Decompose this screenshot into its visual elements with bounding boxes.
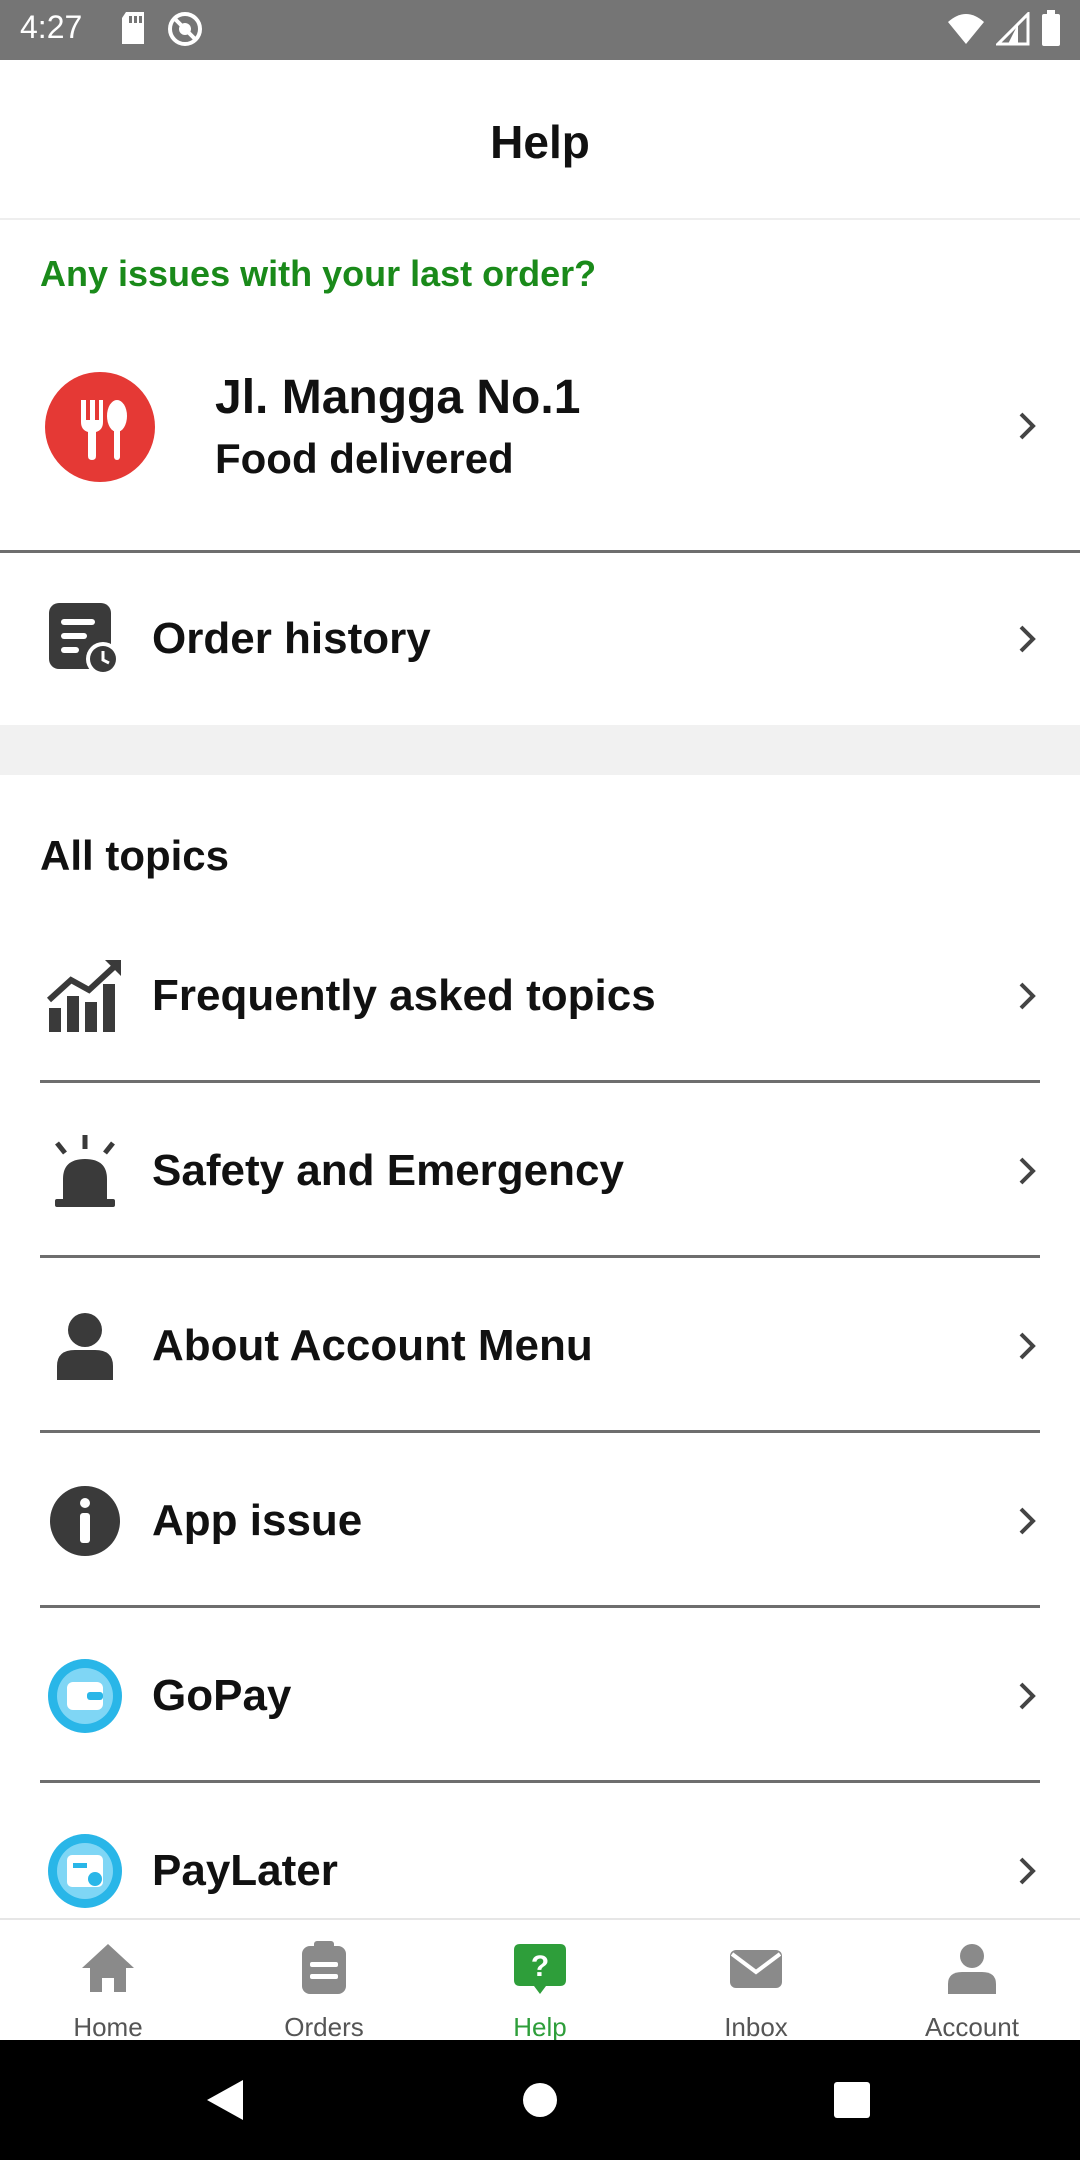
chevron-right-icon <box>1012 1151 1042 1191</box>
back-icon[interactable] <box>205 2078 245 2127</box>
system-nav-bar <box>0 2040 1080 2160</box>
topic-gopay[interactable]: GoPay <box>0 1610 1080 1782</box>
paylater-icon <box>45 1831 125 1911</box>
last-order-card[interactable]: Jl. Mangga No.1 Food delivered <box>0 330 1080 550</box>
siren-icon <box>45 1131 125 1211</box>
chevron-right-icon <box>1012 406 1042 446</box>
topic-label: PayLater <box>152 1846 338 1895</box>
account-icon <box>942 1938 1002 1998</box>
topic-safety-emergency[interactable]: Safety and Emergency <box>0 1085 1080 1257</box>
food-icon <box>45 372 155 482</box>
home-circle-icon[interactable] <box>522 2082 558 2123</box>
no-sync-icon <box>166 10 204 53</box>
nav-label: Home <box>73 2012 143 2042</box>
chevron-right-icon <box>1012 1851 1042 1891</box>
order-address: Jl. Mangga No.1 <box>215 371 581 424</box>
status-time: 4:27 <box>20 9 83 45</box>
nav-orders[interactable]: Orders <box>216 1920 432 2042</box>
status-bar: 4:27 <box>0 0 1080 60</box>
nav-label: Help <box>513 2012 567 2042</box>
topic-label: Frequently asked topics <box>152 971 656 1020</box>
sd-card-icon <box>118 10 148 53</box>
home-icon <box>78 1938 138 1998</box>
person-icon <box>45 1306 125 1386</box>
section-separator <box>0 725 1080 775</box>
nav-label: Inbox <box>724 2012 788 2042</box>
recents-icon[interactable] <box>834 2082 870 2123</box>
order-history-row[interactable]: Order history <box>0 553 1080 725</box>
wifi-icon <box>946 12 986 51</box>
divider <box>40 1780 1040 1783</box>
divider <box>40 1605 1040 1608</box>
info-icon <box>45 1481 125 1561</box>
last-order-prompt: Any issues with your last order? <box>40 253 597 294</box>
topic-about-account-menu[interactable]: About Account Menu <box>0 1260 1080 1432</box>
topic-app-issue[interactable]: App issue <box>0 1435 1080 1607</box>
order-history-label: Order history <box>152 614 431 663</box>
app-header: Help <box>0 60 1080 220</box>
chevron-right-icon <box>1012 1676 1042 1716</box>
inbox-icon <box>726 1938 786 1998</box>
page-title: Help <box>490 116 590 168</box>
nav-home[interactable]: Home <box>0 1920 216 2042</box>
order-history-icon <box>45 599 125 679</box>
chevron-right-icon <box>1012 1501 1042 1541</box>
topic-frequently-asked[interactable]: Frequently asked topics <box>0 910 1080 1082</box>
section-title-all-topics: All topics <box>40 832 230 879</box>
nav-help[interactable]: ? Help <box>432 1920 648 2042</box>
divider <box>40 1080 1040 1083</box>
topic-label: Safety and Emergency <box>152 1146 624 1195</box>
bottom-nav: Home Orders ? Help Inbox Account <box>0 1918 1080 2042</box>
gopay-wallet-icon <box>45 1656 125 1736</box>
signal-icon <box>994 10 1030 51</box>
nav-account[interactable]: Account <box>864 1920 1080 2042</box>
chevron-right-icon <box>1012 976 1042 1016</box>
nav-label: Orders <box>284 2012 364 2042</box>
divider <box>40 1430 1040 1433</box>
order-status: Food delivered <box>215 435 514 482</box>
help-icon: ? <box>510 1938 570 1998</box>
topic-label: GoPay <box>152 1671 292 1720</box>
topic-label: App issue <box>152 1496 363 1545</box>
nav-inbox[interactable]: Inbox <box>648 1920 864 2042</box>
chevron-right-icon <box>1012 1326 1042 1366</box>
trending-chart-icon <box>45 956 125 1036</box>
chevron-right-icon <box>1012 619 1042 659</box>
topic-label: About Account Menu <box>152 1321 593 1370</box>
divider <box>40 1255 1040 1258</box>
orders-icon <box>294 1938 354 1998</box>
battery-icon <box>1040 10 1062 53</box>
svg-text:?: ? <box>531 1950 549 1983</box>
nav-label: Account <box>925 2012 1019 2042</box>
